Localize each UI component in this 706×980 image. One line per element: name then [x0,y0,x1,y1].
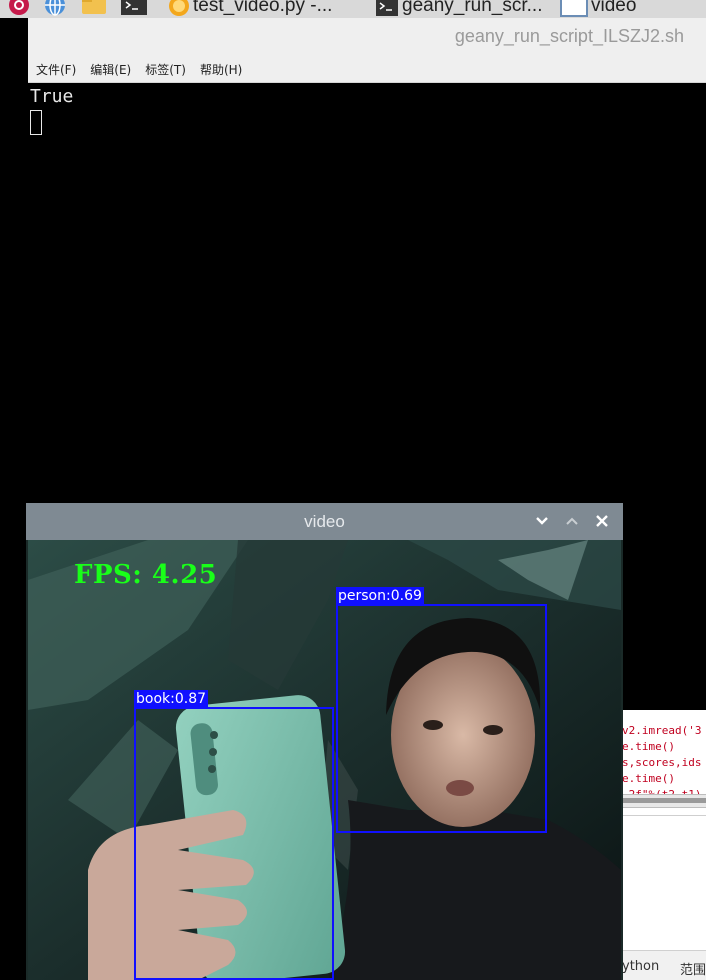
detection-box-book [134,707,334,980]
menu-file[interactable]: 文件(F) [36,61,76,78]
scrollbar-thumb[interactable] [622,798,706,803]
message-panel [622,815,706,950]
taskbar-item-video[interactable]: video [560,0,636,18]
terminal-line: True [30,86,74,107]
video-titlebar[interactable]: video [26,503,623,540]
code-line: s,scores,ids [622,756,702,769]
fps-counter: FPS: 4.25 [74,560,218,590]
code-line: e.time() [622,772,675,785]
taskbar-item-label: video [591,0,637,16]
detection-label-book: book:0.87 [134,690,209,708]
detection-box-person [336,604,547,833]
video-window[interactable]: video FPS: 4.25 person:0.69 book:0.87 [26,503,623,980]
chevron-up-icon [566,517,578,525]
window-title: geany_run_script_ILSZJ2.sh [454,26,684,46]
taskbar-item-terminal[interactable]: geany_run_scr... [375,0,542,18]
horizontal-scrollbar[interactable] [622,794,706,808]
taskbar: test_video.py -... geany_run_scr... vide… [0,0,706,18]
code-line: e.time() [622,740,675,753]
menu-tabs[interactable]: 标签(T) [145,61,186,78]
geany-icon [169,0,189,16]
desktop-background [0,18,28,980]
window-icon [560,0,588,17]
terminal-titlebar[interactable]: geany_run_script_ILSZJ2.sh [28,18,706,56]
taskbar-item-label: geany_run_scr... [402,0,543,16]
folder-icon[interactable] [80,0,108,16]
maximize-button[interactable] [562,511,582,531]
chevron-down-icon [536,517,548,525]
editor-window[interactable]: v2.imread('3 e.time() s,scores,ids e.tim… [622,710,706,980]
taskbar-item-editor[interactable]: test_video.py -... [168,0,332,18]
video-frame: FPS: 4.25 person:0.69 book:0.87 [28,540,621,980]
terminal-icon [376,0,398,16]
status-scope: 范围 [680,963,706,978]
menu-edit[interactable]: 编辑(E) [90,61,131,78]
terminal-cursor [30,110,42,135]
close-icon [596,515,608,527]
menu-help[interactable]: 帮助(H) [200,61,242,78]
status-filetype: ython [622,959,660,974]
detection-label-person: person:0.69 [336,587,424,605]
terminal-icon[interactable] [120,0,148,16]
code-line: v2.imread('3 [622,724,702,737]
browser-icon[interactable] [44,0,66,16]
status-bar: ython 范围 [622,950,706,980]
raspberry-menu-icon[interactable] [8,0,30,16]
minimize-button[interactable] [532,511,552,531]
terminal-menubar: 文件(F) 编辑(E) 标签(T) 帮助(H) [28,56,706,83]
close-button[interactable] [592,511,612,531]
taskbar-item-label: test_video.py -... [193,0,333,16]
